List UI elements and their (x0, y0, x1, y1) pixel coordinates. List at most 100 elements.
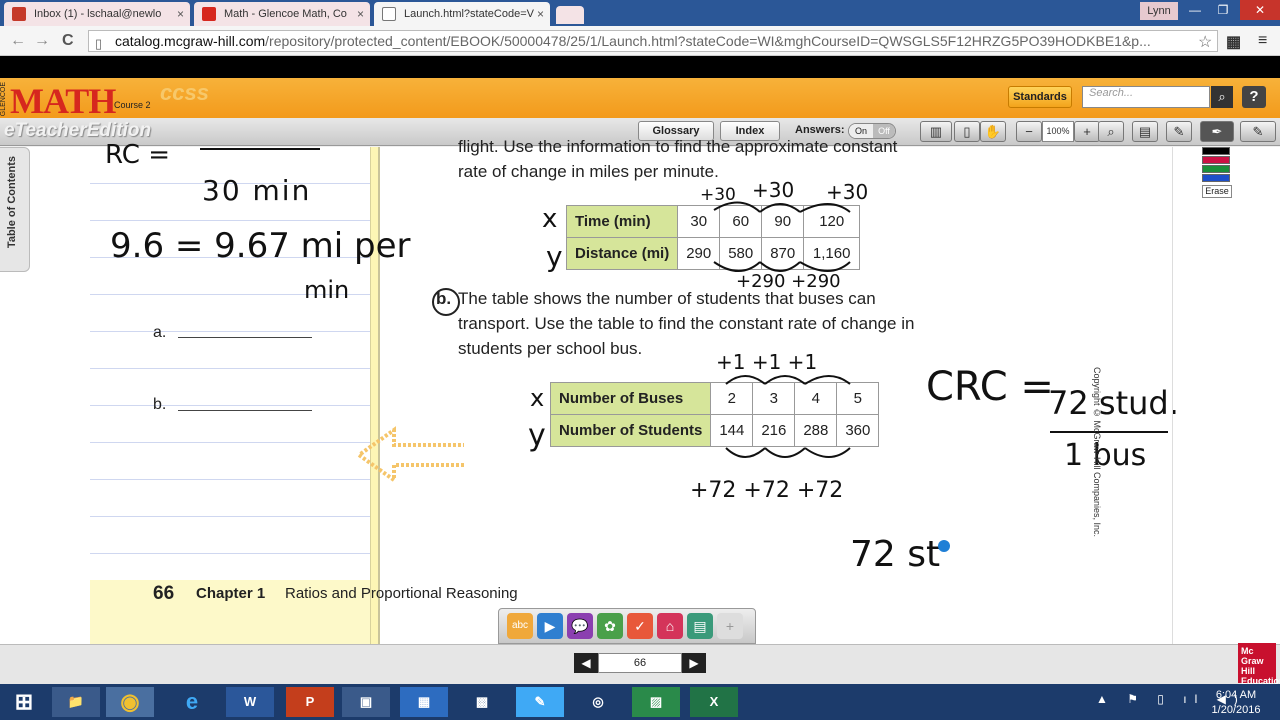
next-page-button[interactable]: ▶ (682, 653, 706, 673)
excel-icon[interactable]: X (690, 687, 738, 717)
tab-label: Inbox (1) - lschaal@newlo (34, 8, 162, 20)
home-icon[interactable]: ⌂ (657, 613, 683, 639)
vocabulary-icon[interactable]: abc (507, 613, 533, 639)
close-window-icon[interactable]: ✕ (1240, 0, 1280, 20)
tab-launch[interactable]: Launch.html?stateCode=V × (374, 2, 550, 26)
single-page-view-icon[interactable]: ▯ (954, 121, 980, 142)
color-swatch-blue[interactable] (1202, 174, 1230, 182)
chapter-label: Chapter 1 (196, 585, 266, 602)
previous-page-button[interactable]: ◀ (574, 653, 598, 673)
table-header: Time (min) (565, 205, 679, 238)
color-swatch-black[interactable] (1202, 147, 1230, 155)
back-icon[interactable]: ← (10, 32, 26, 50)
handwriting-fraction-bar (200, 148, 320, 150)
calculator-icon[interactable]: ▩ (458, 687, 506, 717)
tools-icon[interactable]: ✿ (597, 613, 623, 639)
new-tab-button[interactable] (556, 6, 584, 24)
handwriting-rc: RC = (105, 140, 170, 170)
black-strip (0, 56, 1280, 78)
answer-b-label: b. (153, 396, 167, 413)
handwriting-arcs-a (713, 201, 851, 272)
page-info-icon: ▯ (95, 36, 103, 51)
standards-button[interactable]: Standards (1008, 86, 1072, 108)
app-icon[interactable]: ◎ (574, 687, 622, 717)
extension-icon[interactable]: ▦ (1226, 32, 1241, 52)
toc-label: Table of Contents (6, 156, 18, 249)
answer-b-line[interactable] (178, 410, 312, 411)
app-icon[interactable]: ▨ (632, 687, 680, 717)
tab-math[interactable]: Math - Glencoe Math, Co × (194, 2, 370, 26)
search-input[interactable]: Search... (1082, 86, 1210, 108)
clock-date[interactable]: 1/20/2016 (1206, 704, 1266, 716)
table-header: Distance (mi) (565, 237, 679, 270)
answer-a-label: a. (153, 324, 167, 341)
bookmark-star-icon[interactable]: ☆ (1198, 32, 1212, 52)
problem-b-label: b. (436, 289, 452, 308)
forward-icon[interactable]: → (34, 32, 50, 50)
tab-inbox[interactable]: Inbox (1) - lschaal@newlo × (4, 2, 190, 26)
user-badge[interactable]: Lynn (1140, 2, 1178, 20)
hand-tool-icon[interactable]: ✋ (980, 121, 1006, 142)
close-icon[interactable]: × (177, 7, 184, 21)
pointer-arrow-icon (355, 426, 464, 484)
table-of-contents-tab[interactable]: Table of Contents (0, 147, 30, 272)
mcgraw-hill-icon (202, 7, 216, 21)
color-swatch-green[interactable] (1202, 165, 1230, 173)
handwriting-rate: 9.6 = 9.67 mi per (110, 226, 411, 266)
tab-label: Math - Glencoe Math, Co (224, 8, 347, 20)
close-icon[interactable]: × (357, 7, 364, 21)
color-swatch-red[interactable] (1202, 156, 1230, 164)
two-page-view-icon[interactable]: ▥ (920, 121, 952, 142)
powerpoint-icon[interactable]: P (286, 687, 334, 717)
page-edge (1172, 147, 1173, 644)
handwriting-crc-numerator: 72 stud. (1048, 384, 1179, 422)
maximize-icon[interactable]: ❐ (1208, 0, 1238, 20)
briefcase-icon[interactable]: ▤ (1132, 121, 1158, 142)
check-icon[interactable]: ✓ (627, 613, 653, 639)
handwriting-y: y (528, 418, 546, 453)
handwriting-y: y (546, 240, 563, 273)
lined-notebook (90, 147, 378, 644)
pen-tool-icon[interactable]: ✒ (1200, 121, 1234, 142)
minimize-icon[interactable]: — (1180, 0, 1210, 20)
notes-icon[interactable]: ✎ (1166, 121, 1192, 142)
copyright-text: Copyright © McGraw-Hill Companies, Inc. (1092, 367, 1102, 538)
glencoe-label: GLENCOE (0, 82, 7, 117)
worksheet-icon[interactable]: ▤ (687, 613, 713, 639)
discussion-icon[interactable]: 💬 (567, 613, 593, 639)
video-icon[interactable]: ▶ (537, 613, 563, 639)
internet-explorer-icon[interactable]: e (168, 687, 216, 717)
zoom-in-icon[interactable]: + (1074, 121, 1100, 142)
notes-app-icon[interactable]: ✎ (516, 687, 564, 717)
chapter-title: Ratios and Proportional Reasoning (285, 585, 518, 602)
help-button[interactable]: ? (1242, 86, 1266, 108)
app-icon[interactable]: ▦ (400, 687, 448, 717)
add-icon[interactable]: + (717, 613, 743, 639)
page-number-input[interactable]: 66 (598, 653, 682, 673)
chrome-icon[interactable]: ◉ (106, 687, 154, 717)
magnifier-icon[interactable]: ⌕ (1098, 121, 1124, 142)
url-field[interactable]: ▯ catalog.mcgraw-hill.com/repository/pro… (88, 30, 1218, 52)
answer-a-line[interactable] (178, 337, 312, 338)
handwriting-answer: 72 st (850, 534, 941, 575)
reload-icon[interactable]: C (62, 32, 74, 50)
handwriting-x: x (530, 384, 545, 412)
zoom-level: 100% (1042, 121, 1074, 142)
table-header: Number of Buses (549, 382, 712, 415)
clock-time[interactable]: 6:04 AM (1206, 689, 1266, 701)
start-icon[interactable]: ⊞ (0, 687, 48, 717)
word-icon[interactable]: W (226, 687, 274, 717)
problem-a-text-2: rate of change in miles per minute. (458, 162, 719, 181)
math-logo: MATH (10, 81, 116, 121)
pen-cursor-icon (938, 540, 950, 552)
search-icon[interactable]: ⌕ (1211, 86, 1233, 108)
zoom-out-icon[interactable]: − (1016, 121, 1042, 142)
erase-button[interactable]: Erase (1202, 185, 1232, 198)
file-explorer-icon[interactable]: 📁 (52, 687, 100, 717)
page-number: 66 (153, 583, 175, 604)
course-label: Course 2 (114, 100, 151, 110)
app-icon[interactable]: ▣ (342, 687, 390, 717)
close-icon[interactable]: × (537, 7, 544, 21)
highlighter-icon[interactable]: ✎ (1240, 121, 1276, 142)
chrome-menu-icon[interactable]: ≡ (1258, 32, 1267, 50)
